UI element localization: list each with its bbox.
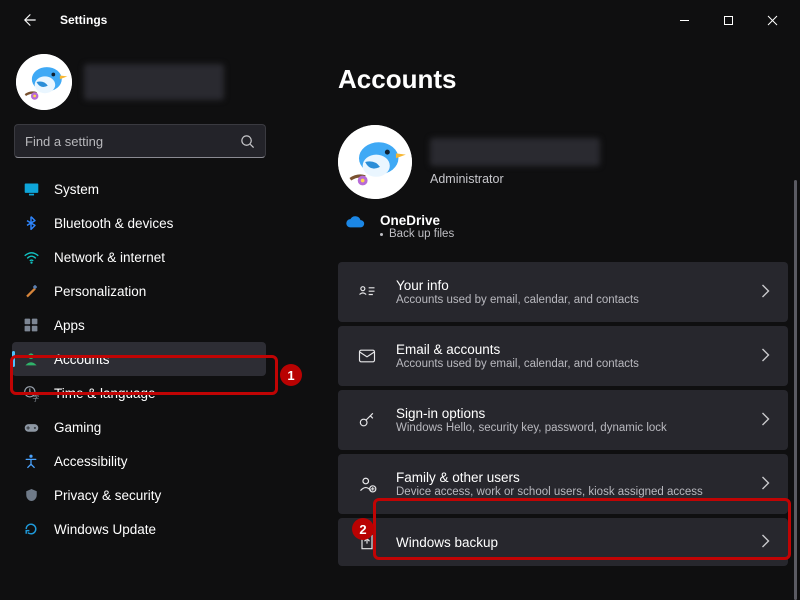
card-family-other-users[interactable]: Family & other users Device access, work… (338, 454, 788, 514)
card-email-accounts[interactable]: Email & accounts Accounts used by email,… (338, 326, 788, 386)
mail-icon (356, 345, 378, 367)
nav-label: Network & internet (54, 250, 165, 265)
settings-cards: Your info Accounts used by email, calend… (338, 262, 788, 566)
nav-label: Accounts (54, 352, 110, 367)
nav-label: Gaming (54, 420, 101, 435)
sidebar-item-gaming[interactable]: Gaming (12, 410, 266, 444)
maximize-icon (723, 15, 734, 26)
person-add-icon (356, 473, 378, 495)
sidebar-item-system[interactable]: System (12, 172, 266, 206)
accessibility-icon (22, 452, 40, 470)
sidebar-item-update[interactable]: Windows Update (12, 512, 266, 546)
content-pane: Accounts Administrator (280, 40, 800, 600)
avatar (16, 54, 72, 110)
person-icon (22, 350, 40, 368)
profile-name-redacted (84, 64, 224, 100)
account-profile: Administrator (338, 125, 788, 199)
sidebar-item-privacy[interactable]: Privacy & security (12, 478, 266, 512)
nav-label: Personalization (54, 284, 146, 299)
sidebar-item-network[interactable]: Network & internet (12, 240, 266, 274)
onedrive-label: OneDrive (380, 213, 454, 228)
nav-label: Privacy & security (54, 488, 161, 503)
back-button[interactable] (18, 8, 42, 32)
card-title: Windows backup (396, 535, 743, 550)
search-input[interactable] (25, 134, 240, 149)
nav-label: Bluetooth & devices (54, 216, 173, 231)
minimize-button[interactable] (662, 6, 706, 34)
maximize-button[interactable] (706, 6, 750, 34)
brush-icon (22, 282, 40, 300)
sidebar-item-apps[interactable]: Apps (12, 308, 266, 342)
avatar (338, 125, 412, 199)
minimize-icon (679, 15, 690, 26)
close-button[interactable] (750, 6, 794, 34)
card-your-info[interactable]: Your info Accounts used by email, calend… (338, 262, 788, 322)
sidebar-item-time[interactable]: 字 Time & language (12, 376, 266, 410)
sidebar-item-accessibility[interactable]: Accessibility (12, 444, 266, 478)
bird-avatar-icon (338, 125, 412, 199)
chevron-right-icon (761, 412, 770, 429)
nav-label: Apps (54, 318, 85, 333)
nav-list: System Bluetooth & devices Network & int… (12, 172, 280, 546)
account-role: Administrator (430, 172, 600, 186)
bird-avatar-icon (16, 54, 72, 110)
chevron-right-icon (761, 534, 770, 551)
arrow-left-icon (23, 13, 37, 27)
monitor-icon (22, 180, 40, 198)
onedrive-row[interactable]: OneDrive Back up files (338, 213, 788, 240)
card-sub: Accounts used by email, calendar, and co… (396, 358, 743, 370)
card-sub: Accounts used by email, calendar, and co… (396, 294, 743, 306)
nav-label: System (54, 182, 99, 197)
shield-icon (22, 486, 40, 504)
chevron-right-icon (761, 476, 770, 493)
update-icon (22, 520, 40, 538)
close-icon (767, 15, 778, 26)
account-name-redacted (430, 138, 600, 166)
gamepad-icon (22, 418, 40, 436)
window-title: Settings (60, 13, 107, 27)
card-title: Email & accounts (396, 342, 743, 357)
titlebar: Settings (0, 0, 800, 40)
chevron-right-icon (761, 348, 770, 365)
nav-label: Accessibility (54, 454, 128, 469)
page-title: Accounts (338, 64, 788, 95)
sidebar-item-personalization[interactable]: Personalization (12, 274, 266, 308)
nav-label: Time & language (54, 386, 156, 401)
onedrive-sub: Back up files (380, 228, 454, 240)
search-box[interactable] (14, 124, 266, 158)
card-title: Family & other users (396, 470, 743, 485)
cloud-icon (344, 213, 366, 232)
card-sub: Device access, work or school users, kio… (396, 486, 743, 498)
window-controls (662, 6, 794, 34)
sidebar-item-bluetooth[interactable]: Bluetooth & devices (12, 206, 266, 240)
sidebar: System Bluetooth & devices Network & int… (0, 40, 280, 600)
chevron-right-icon (761, 284, 770, 301)
search-icon (240, 134, 255, 149)
sidebar-item-accounts[interactable]: Accounts (12, 342, 266, 376)
card-signin-options[interactable]: Sign-in options Windows Hello, security … (338, 390, 788, 450)
card-title: Your info (396, 278, 743, 293)
backup-icon (356, 531, 378, 553)
clock-lang-icon: 字 (22, 384, 40, 402)
grid-icon (22, 316, 40, 334)
card-title: Sign-in options (396, 406, 743, 421)
wifi-icon (22, 248, 40, 266)
scrollbar[interactable] (794, 180, 797, 600)
id-card-icon (356, 281, 378, 303)
key-icon (356, 409, 378, 431)
card-windows-backup[interactable]: Windows backup (338, 518, 788, 566)
sidebar-profile[interactable] (12, 48, 280, 124)
nav-label: Windows Update (54, 522, 156, 537)
card-sub: Windows Hello, security key, password, d… (396, 422, 743, 434)
svg-text:字: 字 (32, 393, 39, 402)
bluetooth-icon (22, 214, 40, 232)
